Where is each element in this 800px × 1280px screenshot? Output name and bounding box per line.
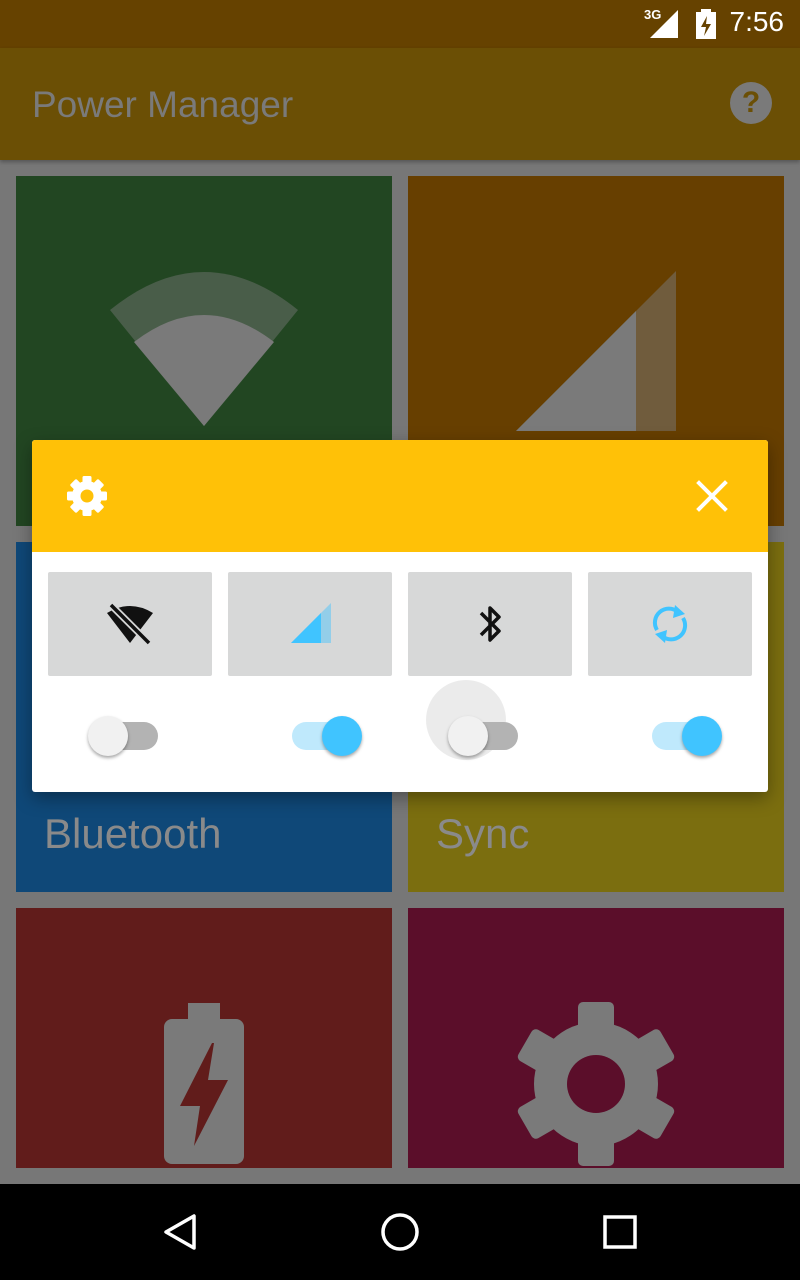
tile-battery[interactable] — [16, 908, 392, 1168]
battery-charging-status-icon — [696, 9, 716, 39]
bluetooth-toggle[interactable] — [426, 680, 528, 768]
toggle-thumb — [322, 716, 362, 756]
gear-icon — [67, 476, 107, 516]
home-icon[interactable] — [376, 1208, 424, 1256]
bluetooth-icon — [479, 606, 501, 642]
back-icon[interactable] — [156, 1208, 204, 1256]
sync-icon — [652, 605, 688, 643]
sync-button[interactable] — [588, 572, 752, 676]
toggle-thumb — [448, 716, 488, 756]
toggle-thumb — [682, 716, 722, 756]
close-icon[interactable] — [696, 480, 728, 512]
app-title: Power Manager — [32, 84, 294, 125]
tile-label-bluetooth: Bluetooth — [44, 810, 222, 857]
wifi-off-icon — [107, 602, 153, 646]
toggle-thumb — [88, 716, 128, 756]
wifi-toggle[interactable] — [88, 704, 168, 768]
app-bar: Power Manager ? — [0, 48, 800, 160]
navigation-bar — [0, 1184, 800, 1280]
recents-icon[interactable] — [596, 1208, 644, 1256]
gear-icon — [517, 1002, 675, 1166]
mobile-data-toggle[interactable] — [282, 704, 362, 768]
battery-charging-icon — [164, 1003, 244, 1164]
bluetooth-button[interactable] — [408, 572, 572, 676]
cell-signal-icon — [650, 10, 678, 38]
sync-toggle[interactable] — [642, 704, 722, 768]
help-icon[interactable]: ? — [730, 82, 772, 124]
tile-settings[interactable] — [408, 908, 784, 1168]
signal-icon — [291, 603, 331, 643]
mobile-signal-button[interactable] — [228, 572, 392, 676]
quick-settings-dialog — [32, 440, 768, 792]
status-bar: 3G 7:56 — [0, 0, 800, 48]
tile-label-sync: Sync — [436, 810, 530, 857]
clock: 7:56 — [729, 6, 785, 37]
dialog-header — [32, 440, 768, 552]
wifi-off-button[interactable] — [48, 572, 212, 676]
